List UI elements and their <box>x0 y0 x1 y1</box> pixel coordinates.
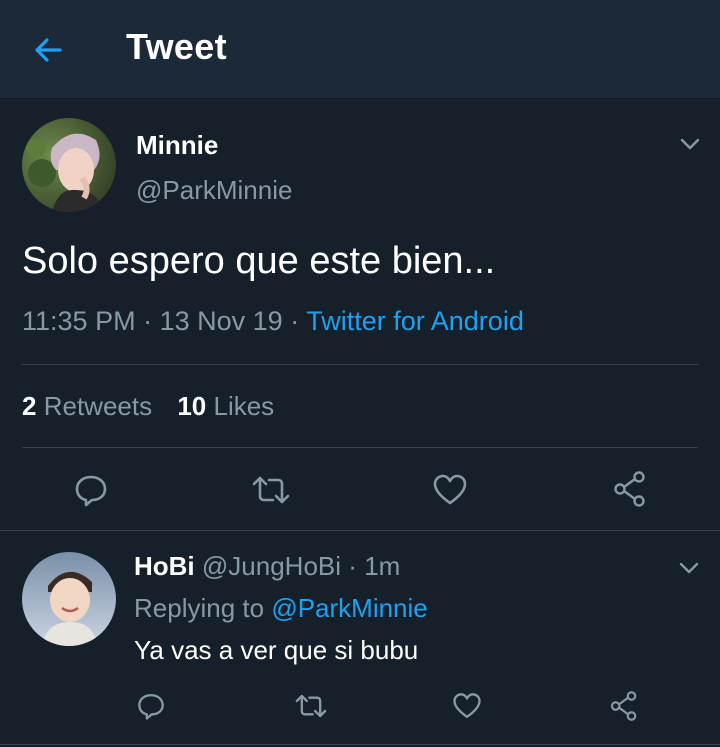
likes-label: Likes <box>213 391 275 421</box>
reply-author-name[interactable]: HoBi <box>134 551 195 581</box>
tweet-source-link[interactable]: Twitter for Android <box>306 306 524 336</box>
tweet-date: 13 Nov 19 <box>159 306 283 336</box>
meta-separator: · <box>290 306 300 336</box>
reply-header: HoBi @JungHoBi · 1m <box>134 551 400 582</box>
divider <box>22 447 698 448</box>
reply-author-handle[interactable]: @JungHoBi <box>202 551 341 581</box>
section-divider <box>0 744 720 745</box>
chevron-down-icon[interactable] <box>677 556 701 580</box>
reply-avatar[interactable] <box>22 552 116 646</box>
reply-icon[interactable] <box>136 691 166 721</box>
meta-separator: · <box>348 551 357 581</box>
meta-separator: · <box>143 306 153 336</box>
retweet-icon[interactable] <box>251 472 291 508</box>
tweet-time: 11:35 PM <box>22 306 136 336</box>
retweets-count: 2 <box>22 391 37 421</box>
avatar[interactable] <box>22 118 116 212</box>
replying-to: Replying to @ParkMinnie <box>134 593 428 624</box>
heart-icon[interactable] <box>432 472 468 508</box>
avatar-image <box>22 118 116 212</box>
top-bar: Tweet <box>0 0 720 99</box>
share-icon[interactable] <box>609 690 639 722</box>
reply-icon[interactable] <box>73 472 109 508</box>
reply-text: Ya vas a ver que si bubu <box>134 635 419 665</box>
tweet-meta: 11:35 PM · 13 Nov 19 · Twitter for Andro… <box>22 306 524 337</box>
author-handle[interactable]: @ParkMinnie <box>136 175 292 206</box>
reply-age: 1m <box>364 551 401 581</box>
page-title: Tweet <box>126 26 227 67</box>
share-icon[interactable] <box>612 470 648 508</box>
likes-count: 10 <box>177 391 207 421</box>
divider <box>22 364 698 365</box>
arrow-left-icon[interactable] <box>30 32 66 68</box>
retweets-label: Retweets <box>43 391 153 421</box>
likes-stat[interactable]: 10 Likes <box>177 391 274 421</box>
replying-prefix: Replying to <box>134 593 265 623</box>
reply-avatar-image <box>22 552 116 646</box>
chevron-down-icon[interactable] <box>678 132 702 156</box>
author-name[interactable]: Minnie <box>136 130 218 161</box>
retweets-stat[interactable]: 2 Retweets <box>22 391 159 421</box>
tweet-text: Solo espero que este bien... <box>22 240 496 282</box>
retweet-icon[interactable] <box>294 691 328 721</box>
heart-icon[interactable] <box>452 691 482 721</box>
replying-to-link[interactable]: @ParkMinnie <box>271 593 427 623</box>
section-divider <box>0 530 720 531</box>
tweet-stats: 2 Retweets 10 Likes <box>22 391 274 422</box>
